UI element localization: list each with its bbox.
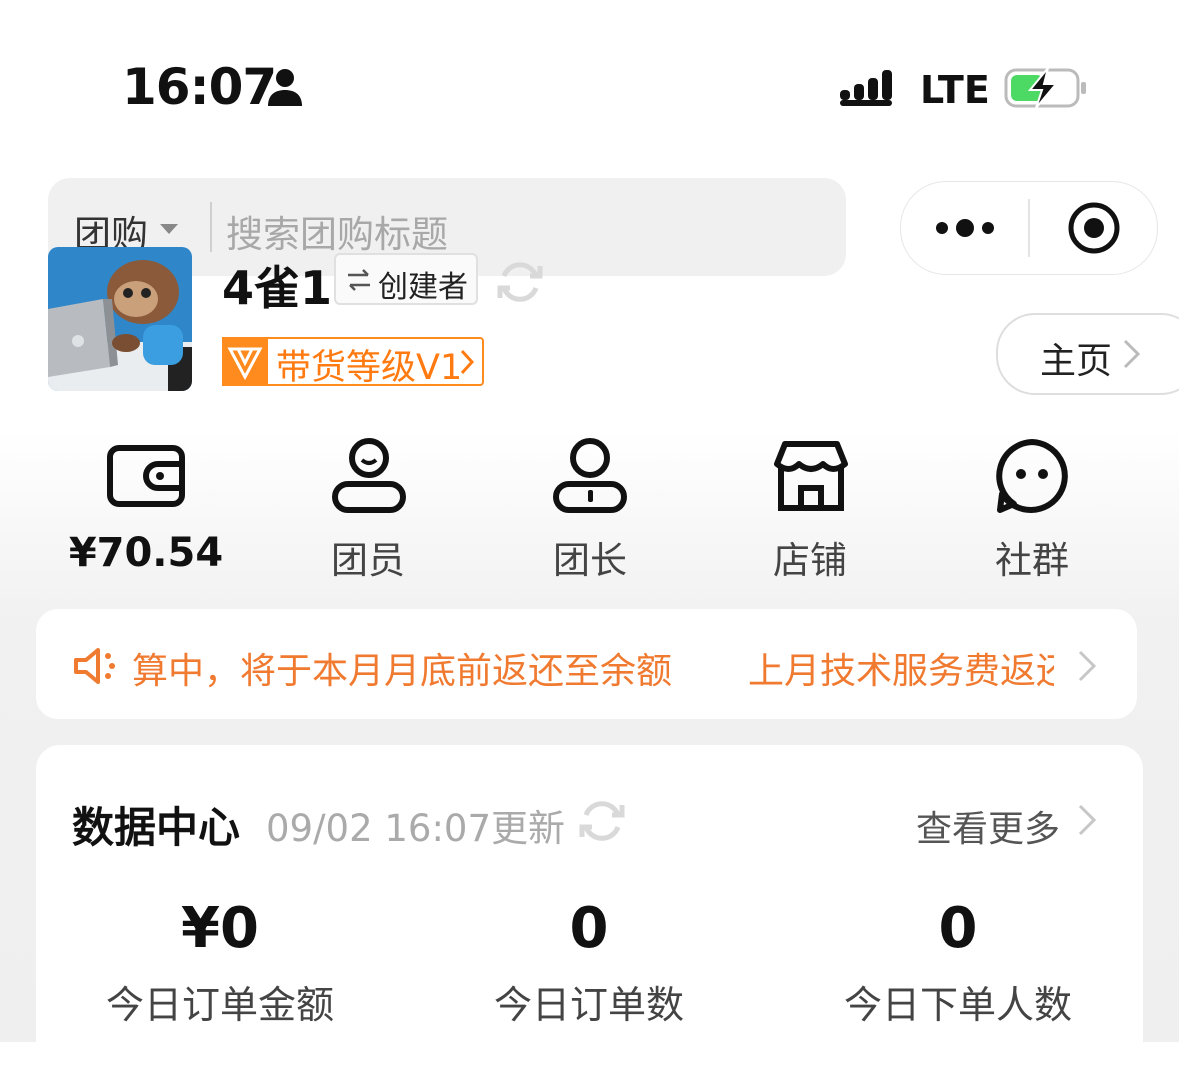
v-shield-icon bbox=[227, 347, 263, 381]
chevron-right-icon[interactable] bbox=[1076, 648, 1098, 684]
notice-text: 算中，将于本月月底前返还至余额 bbox=[132, 651, 673, 692]
stat-value-buyer-count: 0 bbox=[938, 896, 978, 961]
refresh-icon[interactable] bbox=[576, 795, 628, 847]
role-label: 创建者 bbox=[378, 270, 468, 305]
wallet-balance[interactable]: ¥70.54 bbox=[46, 530, 246, 576]
swap-icon bbox=[348, 269, 370, 291]
home-button-label: 主页 bbox=[1040, 341, 1113, 382]
refresh-icon[interactable] bbox=[494, 256, 546, 308]
quick-action-community[interactable]: 社群 bbox=[932, 530, 1132, 584]
status-time: 16:07 bbox=[122, 58, 277, 116]
close-target-icon[interactable] bbox=[1066, 200, 1122, 256]
network-type: LTE bbox=[920, 68, 990, 112]
speaker-icon bbox=[74, 648, 115, 684]
more-icon[interactable] bbox=[932, 210, 998, 246]
stat-value-order-amount: ¥0 bbox=[181, 896, 259, 961]
quick-action-member[interactable]: 团员 bbox=[268, 530, 468, 584]
level-chevron-icon bbox=[460, 349, 475, 375]
stat-label-order-count: 今日订单数 bbox=[493, 983, 684, 1027]
quick-action-leader[interactable]: 团长 bbox=[490, 530, 690, 584]
search-divider bbox=[210, 202, 212, 252]
data-center-title: 数据中心 bbox=[72, 803, 241, 852]
level-label: 带货等级V1 bbox=[276, 348, 463, 388]
chevron-right-icon[interactable] bbox=[1076, 802, 1098, 838]
update-time: 09/02 16:07更新 bbox=[266, 807, 566, 850]
notice-text-next: 上月技术服务费返还 bbox=[748, 651, 1054, 692]
username: 4雀1 bbox=[222, 261, 333, 315]
search-input[interactable]: 搜索团购标题 bbox=[226, 204, 448, 258]
chevron-right-icon bbox=[1123, 339, 1141, 369]
stat-label-buyer-count: 今日下单人数 bbox=[843, 983, 1072, 1027]
avatar-image bbox=[48, 247, 192, 391]
avatar[interactable] bbox=[48, 247, 192, 391]
quick-action-store[interactable]: 店铺 bbox=[710, 530, 910, 584]
stat-label-order-amount: 今日订单金额 bbox=[105, 983, 334, 1027]
notice-marquee: 算中，将于本月月底前返还至余额 上月技术服务费返还 bbox=[132, 638, 1054, 694]
store-icon[interactable] bbox=[771, 436, 851, 516]
member-icon[interactable] bbox=[329, 436, 409, 516]
leader-icon[interactable] bbox=[550, 436, 630, 516]
battery-charging-icon bbox=[1004, 67, 1086, 109]
caret-down-icon[interactable] bbox=[158, 222, 180, 236]
level-icon-box bbox=[222, 337, 268, 386]
signal-icon bbox=[840, 70, 892, 106]
capsule-divider bbox=[1028, 199, 1030, 257]
view-more-link[interactable]: 查看更多 bbox=[916, 800, 1060, 852]
wallet-icon[interactable] bbox=[106, 436, 186, 516]
stat-value-order-count: 0 bbox=[569, 896, 609, 961]
person-icon bbox=[268, 69, 302, 106]
chat-icon[interactable] bbox=[992, 436, 1072, 516]
